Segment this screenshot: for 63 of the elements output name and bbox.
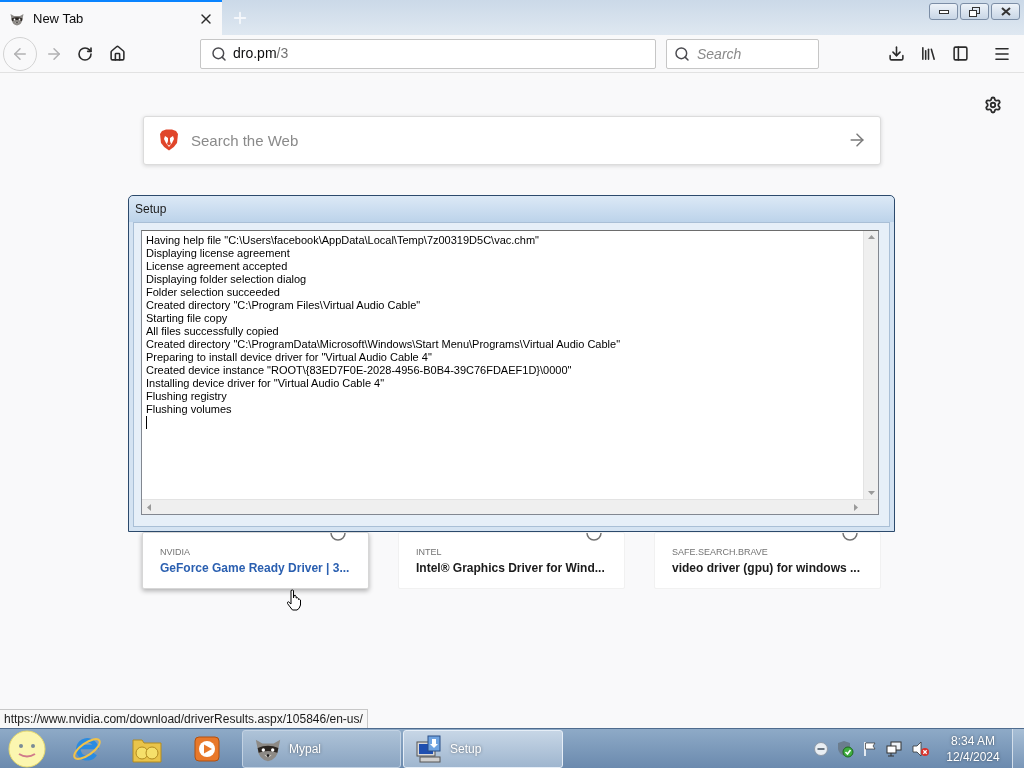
scroll-left-icon (147, 503, 151, 511)
log-line: Displaying folder selection dialog (146, 273, 308, 286)
web-search-field[interactable]: Search the Web (143, 116, 881, 165)
text-caret (146, 416, 147, 429)
search-icon (211, 45, 227, 62)
dialog-title: Setup (135, 201, 167, 218)
search-icon (674, 45, 690, 62)
lion-shield-icon (159, 129, 179, 151)
search-field[interactable]: Search (666, 38, 819, 69)
close-window-button[interactable] (991, 3, 1020, 20)
download-icon (887, 45, 905, 62)
log-line: Preparing to install device driver for "Virtual Audio Cable 4" (146, 351, 433, 364)
log-line: Created device instance "ROOT\{83ED7F0E-2028-4956-B0B4-39C76FDAEF1D}\0000" (146, 364, 573, 377)
settings-icon (984, 96, 1002, 114)
minus-circle-icon (814, 741, 828, 756)
log-line: Displaying license agreement (146, 247, 291, 260)
site-title: Intel® Graphics Driver for Wind... (416, 561, 606, 576)
log-line: All files successfully copied (146, 325, 280, 338)
shield-check-icon (836, 739, 854, 758)
scroll-down-icon (867, 491, 875, 495)
start-button[interactable] (7, 729, 47, 768)
minimize-icon (938, 9, 949, 14)
restore-icon (969, 6, 980, 17)
top-site-card[interactable]: NVIDIA GeForce Game Ready Driver | 3... (142, 532, 369, 589)
vertical-scrollbar[interactable] (863, 231, 878, 499)
horizontal-scrollbar[interactable] (142, 499, 878, 514)
browser-tab[interactable]: New Tab (0, 0, 222, 35)
installer-icon (414, 733, 444, 764)
log-line: Starting file copy (146, 312, 229, 325)
log-line: License agreement accepted (146, 260, 289, 273)
settings-button[interactable] (984, 96, 1002, 114)
reload-icon (77, 45, 93, 62)
address-field[interactable]: dro.pm/3 (200, 38, 656, 69)
site-title: video driver (gpu) for windows ... (672, 561, 861, 576)
site-source: NVIDIA (160, 546, 191, 558)
network-icon (886, 740, 904, 757)
log-line: Created directory "C:\ProgramData\Microsoft\Windows\Start Menu\Programs\Virtual Audio Cable" (146, 338, 622, 351)
sidebar-icon (951, 45, 969, 62)
play-icon (194, 735, 220, 762)
log-line: Having help file "C:\Users\facebook\AppData\Local\Temp\7z00319D5C\vac.chm" (146, 234, 540, 247)
log-line: Folder selection succeeded (146, 286, 281, 299)
log-line: Created directory "C:\Program Files\Virtual Audio Cable" (146, 299, 422, 312)
log-line: Installing device driver for "Virtual Audio Cable 4" (146, 377, 386, 390)
library-icon (919, 45, 937, 62)
site-source: INTEL (416, 546, 443, 558)
smiley-icon (8, 729, 46, 768)
restore-button[interactable] (960, 3, 989, 20)
top-site-card[interactable]: SAFE.SEARCH.BRAVE video driver (gpu) for windows ... (654, 532, 881, 589)
scroll-up-icon (867, 235, 875, 239)
log-textbox[interactable] (141, 230, 879, 515)
site-title: GeForce Game Ready Driver | 3... (160, 561, 351, 576)
site-source: SAFE.SEARCH.BRAVE (672, 546, 769, 558)
top-site-card[interactable]: INTEL Intel® Graphics Driver for Wind... (398, 532, 625, 589)
log-line: Flushing registry (146, 390, 228, 403)
speaker-muted-icon (912, 740, 930, 757)
minimize-button[interactable] (929, 3, 958, 20)
scroll-right-icon (854, 503, 858, 511)
flag-icon (862, 740, 878, 757)
close-icon (1000, 7, 1011, 16)
home-icon (108, 45, 126, 62)
hand-cursor-icon (286, 589, 302, 611)
log-line: Flushing volumes (146, 403, 233, 416)
status-link-tooltip: https://www.nvidia.com/download/driverResults.aspx/105846/en-us/ (0, 709, 368, 728)
